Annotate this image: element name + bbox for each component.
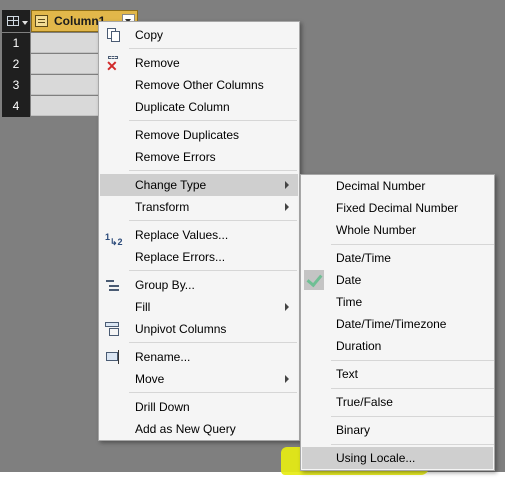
- menu-item-label: Replace Values...: [135, 228, 229, 242]
- menu-item-label: Remove: [135, 56, 180, 70]
- column-context-menu: Copy ✕ Remove Remove Other Columns Dupli…: [98, 21, 300, 441]
- menu-item-remove[interactable]: ✕ Remove: [100, 52, 298, 74]
- menu-separator: [129, 170, 297, 171]
- table-menu-button[interactable]: [2, 10, 30, 32]
- row-number: 3: [2, 75, 30, 96]
- menu-item-label: Date/Time: [336, 251, 391, 265]
- menu-item-remove-duplicates[interactable]: Remove Duplicates: [100, 124, 298, 146]
- any-type-icon[interactable]: [35, 15, 48, 27]
- type-option-whole-number[interactable]: Whole Number: [302, 219, 493, 241]
- menu-separator: [129, 220, 297, 221]
- submenu-arrow-icon: [285, 375, 289, 383]
- menu-item-label: Duration: [336, 339, 382, 353]
- remove-column-icon: ✕: [106, 56, 118, 74]
- type-option-date-time[interactable]: Date/Time: [302, 247, 493, 269]
- menu-separator: [129, 270, 297, 271]
- menu-separator: [129, 342, 297, 343]
- table-icon: [7, 16, 19, 26]
- menu-separator: [129, 120, 297, 121]
- menu-item-label: Date: [336, 273, 362, 287]
- menu-item-label: Change Type: [135, 178, 207, 192]
- menu-item-label: Fill: [135, 300, 151, 314]
- type-option-binary[interactable]: Binary: [302, 419, 493, 441]
- menu-separator: [331, 360, 494, 361]
- menu-item-change-type[interactable]: Change Type: [100, 174, 298, 196]
- menu-item-fill[interactable]: Fill: [100, 296, 298, 318]
- menu-item-label: Time: [336, 295, 363, 309]
- submenu-arrow-icon: [285, 203, 289, 211]
- unpivot-icon: [105, 322, 121, 336]
- row-number: 4: [2, 96, 30, 117]
- menu-item-label: Date/Time/Timezone: [336, 317, 447, 331]
- menu-item-remove-other-columns[interactable]: Remove Other Columns: [100, 74, 298, 96]
- menu-item-label: Rename...: [135, 350, 191, 364]
- menu-item-label: Transform: [135, 200, 190, 214]
- menu-item-rename[interactable]: Rename...: [100, 346, 298, 368]
- menu-separator: [331, 416, 494, 417]
- chevron-down-icon: [22, 21, 28, 25]
- type-option-decimal-number[interactable]: Decimal Number: [302, 175, 493, 197]
- menu-separator: [331, 444, 494, 445]
- menu-item-label: Decimal Number: [336, 179, 426, 193]
- menu-item-label: Binary: [336, 423, 371, 437]
- menu-item-remove-errors[interactable]: Remove Errors: [100, 146, 298, 168]
- menu-item-label: Remove Errors: [135, 150, 216, 164]
- menu-item-add-as-new-query[interactable]: Add as New Query: [100, 418, 298, 440]
- group-by-icon: [105, 278, 121, 292]
- type-option-duration[interactable]: Duration: [302, 335, 493, 357]
- copy-icon: [105, 28, 121, 42]
- menu-item-label: Copy: [135, 28, 164, 42]
- menu-item-label: Add as New Query: [135, 422, 236, 436]
- menu-item-transform[interactable]: Transform: [100, 196, 298, 218]
- type-option-true-false[interactable]: True/False: [302, 391, 493, 413]
- menu-item-copy[interactable]: Copy: [100, 24, 298, 46]
- replace-values-icon: 1 ↳2: [105, 232, 123, 247]
- menu-item-label: Drill Down: [135, 400, 190, 414]
- menu-item-label: Using Locale...: [336, 451, 416, 465]
- type-option-date[interactable]: Date: [302, 269, 493, 291]
- type-option-fixed-decimal-number[interactable]: Fixed Decimal Number: [302, 197, 493, 219]
- type-option-date-time-timezone[interactable]: Date/Time/Timezone: [302, 313, 493, 335]
- row-number: 2: [2, 54, 30, 75]
- checkmark-icon: [304, 270, 324, 290]
- menu-item-label: Replace Errors...: [135, 250, 226, 264]
- menu-item-label: Move: [135, 372, 165, 386]
- type-option-text[interactable]: Text: [302, 363, 493, 385]
- menu-item-group-by[interactable]: Group By...: [100, 274, 298, 296]
- menu-item-label: Text: [336, 367, 359, 381]
- menu-item-label: Whole Number: [336, 223, 417, 237]
- menu-item-drill-down[interactable]: Drill Down: [100, 396, 298, 418]
- menu-item-duplicate-column[interactable]: Duplicate Column: [100, 96, 298, 118]
- change-type-submenu: Decimal Number Fixed Decimal Number Whol…: [300, 174, 495, 471]
- menu-item-label: Group By...: [135, 278, 195, 292]
- submenu-arrow-icon: [285, 181, 289, 189]
- menu-separator: [129, 392, 297, 393]
- rename-icon: [105, 350, 121, 364]
- menu-item-move[interactable]: Move: [100, 368, 298, 390]
- menu-item-label: Remove Other Columns: [135, 78, 264, 92]
- submenu-arrow-icon: [285, 303, 289, 311]
- menu-item-label: Fixed Decimal Number: [336, 201, 459, 215]
- menu-item-replace-errors[interactable]: Replace Errors...: [100, 246, 298, 268]
- type-option-time[interactable]: Time: [302, 291, 493, 313]
- menu-item-replace-values[interactable]: 1 ↳2 Replace Values...: [100, 224, 298, 247]
- menu-item-label: True/False: [336, 395, 393, 409]
- menu-item-label: Remove Duplicates: [135, 128, 240, 142]
- menu-item-label: Unpivot Columns: [135, 322, 227, 336]
- row-number: 1: [2, 33, 30, 54]
- menu-separator: [331, 244, 494, 245]
- type-option-using-locale[interactable]: Using Locale...: [302, 447, 493, 469]
- menu-item-unpivot-columns[interactable]: Unpivot Columns: [100, 318, 298, 340]
- menu-separator: [331, 388, 494, 389]
- menu-separator: [129, 48, 297, 49]
- menu-item-label: Duplicate Column: [135, 100, 230, 114]
